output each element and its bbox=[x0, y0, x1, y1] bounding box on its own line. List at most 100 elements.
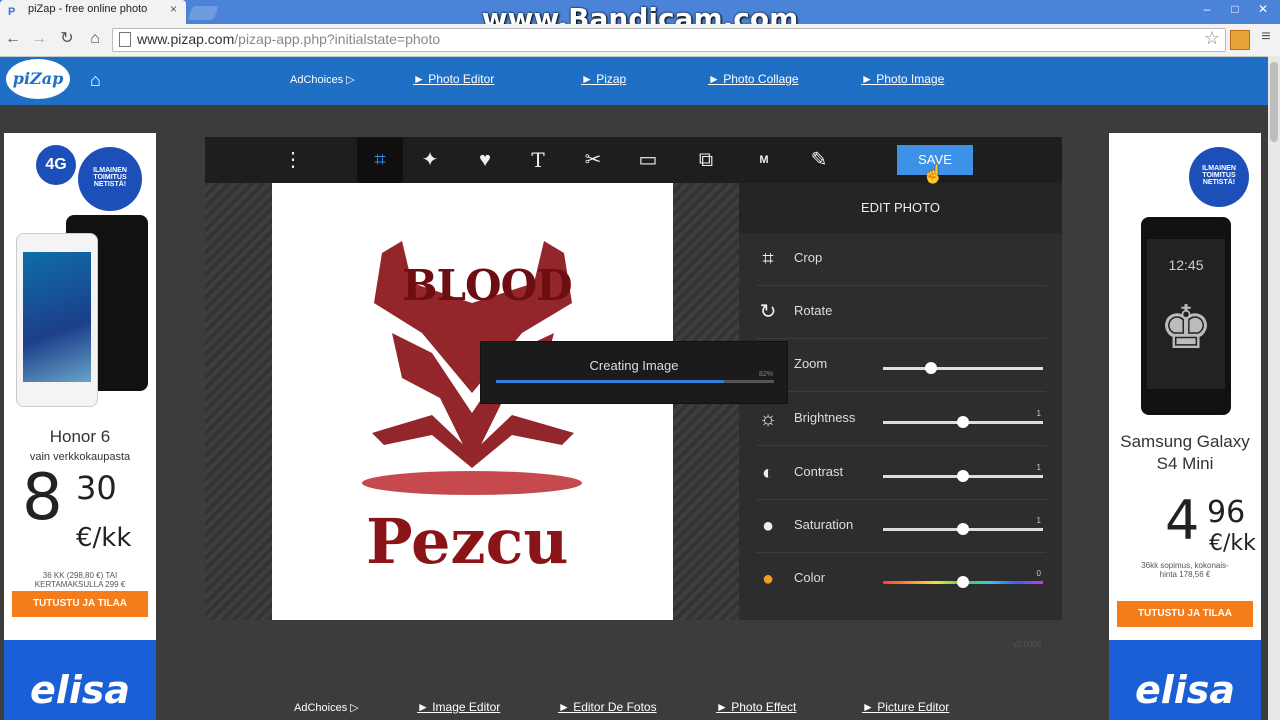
crop-icon: ⌗ bbox=[762, 248, 774, 270]
extension-icon[interactable] bbox=[1230, 30, 1250, 50]
ad-right-product: Samsung Galaxy S4 Mini bbox=[1120, 432, 1250, 473]
contrast-value: 1 bbox=[1036, 463, 1041, 472]
crop-tool-icon[interactable]: ⌗ bbox=[357, 137, 403, 183]
panel-title: EDIT PHOTO bbox=[739, 183, 1062, 233]
ad-phone-front-image bbox=[16, 233, 98, 407]
right-ad-banner[interactable]: ILMAINEN TOIMITUS NETISTÄ! 12:45 ♚ Samsun… bbox=[1109, 133, 1261, 720]
brightness-label: Brightness bbox=[794, 410, 856, 425]
ad-left-price-minor: 30 bbox=[76, 469, 117, 507]
contrast-slider[interactable]: 1 bbox=[883, 463, 1043, 482]
tool-row-zoom: ⊕ Zoom bbox=[756, 339, 1046, 392]
ad-left-price-unit: €/kk bbox=[76, 523, 132, 553]
browser-menu-icon[interactable]: ≡ bbox=[1258, 28, 1274, 46]
adchoices-bottom[interactable]: AdChoices ▷ bbox=[294, 701, 359, 714]
cutout-tool-icon[interactable]: ✂ bbox=[570, 137, 616, 183]
pizap-header bbox=[0, 57, 1268, 105]
color-label: Color bbox=[794, 570, 826, 585]
bookmark-star-icon[interactable]: ☆ bbox=[1204, 28, 1220, 49]
ad-left-brand: elisa bbox=[4, 640, 156, 720]
address-url: www.pizap.com/pizap-app.php?initialstate… bbox=[137, 31, 441, 47]
creating-image-dialog: Creating Image 82% bbox=[480, 341, 788, 404]
image-text-pezcu: Pezcu bbox=[366, 505, 569, 578]
saturation-slider[interactable]: 1 bbox=[883, 516, 1043, 535]
ad-right-cta-button[interactable]: TUTUSTU JA TILAA bbox=[1117, 601, 1253, 627]
scrollbar-thumb[interactable] bbox=[1270, 62, 1278, 142]
top-link-photo-editor[interactable]: ► Photo Editor bbox=[413, 72, 494, 86]
mouse-cursor-icon: ☝ bbox=[922, 164, 945, 184]
color-slider-knob[interactable] bbox=[957, 576, 969, 588]
ad-right-fine-print: 36kk sopimus, kokonais-hinta 178,56 € bbox=[1141, 561, 1229, 579]
back-arrow-icon[interactable]: ← bbox=[2, 28, 24, 50]
tool-row-brightness: ☼ Brightness 1 bbox=[756, 393, 1046, 446]
frame-tool-icon[interactable]: ▭ bbox=[625, 137, 671, 183]
saturation-icon: ● bbox=[761, 515, 775, 537]
ad-left-price-major: 8 bbox=[22, 461, 63, 535]
ad-right-price-minor: 96 bbox=[1207, 495, 1246, 530]
dialog-title: Creating Image bbox=[589, 358, 679, 373]
tool-row-contrast: ◐ Contrast 1 bbox=[756, 447, 1046, 500]
text-tool-icon[interactable]: T bbox=[515, 137, 561, 183]
paint-brush-icon[interactable]: ✎ bbox=[796, 137, 842, 183]
app-version: v2.0005 bbox=[1013, 640, 1042, 649]
page-scrollbar[interactable] bbox=[1268, 56, 1280, 720]
rotate-label: Rotate bbox=[794, 303, 833, 318]
color-value: 0 bbox=[1036, 569, 1041, 578]
ad-right-price-unit: €/kk bbox=[1209, 531, 1256, 556]
contrast-slider-knob[interactable] bbox=[957, 470, 969, 482]
ad-right-phone-time: 12:45 bbox=[1168, 257, 1204, 273]
top-link-photo-image[interactable]: ► Photo Image bbox=[861, 72, 944, 86]
tool-row-saturation: ● Saturation 1 bbox=[756, 500, 1046, 553]
reload-icon[interactable]: ↻ bbox=[56, 28, 78, 50]
top-link-pizap[interactable]: ► Pizap bbox=[581, 72, 626, 86]
saturation-slider-knob[interactable] bbox=[957, 523, 969, 535]
more-options-icon[interactable]: ⋮ bbox=[270, 137, 316, 183]
crop-label: Crop bbox=[794, 250, 823, 265]
color-slider[interactable]: 0 bbox=[883, 569, 1043, 588]
bottom-link-picture-editor[interactable]: ► Picture Editor bbox=[862, 700, 949, 714]
rotate-icon: ↻ bbox=[759, 301, 777, 323]
page-icon bbox=[119, 32, 131, 47]
brightness-slider-knob[interactable] bbox=[957, 416, 969, 428]
image-text-blood: BLOOD bbox=[402, 261, 573, 310]
magic-wand-icon[interactable]: ✦ bbox=[407, 137, 453, 183]
zoom-label: Zoom bbox=[794, 356, 828, 371]
zoom-slider-knob[interactable] bbox=[925, 362, 937, 374]
saturation-value: 1 bbox=[1036, 516, 1041, 525]
home-icon[interactable]: ⌂ bbox=[84, 28, 106, 50]
ad-shipping-badge: ILMAINEN TOIMITUS NETISTÄ! bbox=[78, 147, 142, 211]
address-bar[interactable]: www.pizap.com/pizap-app.php?initialstate… bbox=[112, 28, 1226, 52]
progress-percent: 82% bbox=[758, 371, 773, 378]
meme-tool-icon[interactable]: M bbox=[741, 137, 787, 183]
bottom-link-photo-effect[interactable]: ► Photo Effect bbox=[716, 700, 796, 714]
bottom-link-image-editor[interactable]: ► Image Editor bbox=[417, 700, 500, 714]
ad-left-cta-button[interactable]: TUTUSTU JA TILAA bbox=[12, 591, 148, 617]
saturation-label: Saturation bbox=[794, 517, 854, 532]
chess-king-icon: ♚ bbox=[1159, 294, 1213, 361]
zoom-slider[interactable] bbox=[883, 362, 1043, 374]
contrast-icon: ◐ bbox=[761, 462, 775, 484]
ad-right-phone-screen: 12:45 ♚ bbox=[1147, 239, 1225, 389]
ad-right-price-major: 4 bbox=[1165, 489, 1200, 552]
progress-bar bbox=[496, 380, 774, 383]
site-home-icon[interactable]: ⌂ bbox=[90, 70, 101, 91]
progress-fill bbox=[496, 380, 724, 383]
forward-arrow-icon[interactable]: → bbox=[28, 28, 50, 50]
ad-left-fine-print: 36 KK (298,80 €) TAI KERTAMAKSULLA 299 € bbox=[34, 571, 126, 589]
bottom-link-editor-de-fotos[interactable]: ► Editor De Fotos bbox=[558, 700, 657, 714]
brightness-value: 1 bbox=[1036, 409, 1041, 418]
tool-row-rotate[interactable]: ↻ Rotate bbox=[756, 286, 1046, 339]
ad-right-shipping-badge: ILMAINEN TOIMITUS NETISTÄ! bbox=[1189, 147, 1249, 207]
ad-4g-badge: 4G bbox=[36, 145, 76, 185]
ad-right-brand: elisa bbox=[1109, 640, 1261, 720]
brightness-icon: ☼ bbox=[758, 408, 778, 430]
tool-row-color: ● Color 0 bbox=[756, 553, 1046, 605]
top-link-photo-collage[interactable]: ► Photo Collage bbox=[708, 72, 799, 86]
brightness-slider[interactable]: 1 bbox=[883, 409, 1043, 428]
left-ad-banner[interactable]: 4G ILMAINEN TOIMITUS NETISTÄ! Honor 6 va… bbox=[4, 133, 156, 720]
ad-right-phone-image: 12:45 ♚ bbox=[1141, 217, 1231, 415]
adchoices-top[interactable]: AdChoices ▷ bbox=[290, 73, 355, 86]
add-photo-icon[interactable]: ⧉ bbox=[683, 137, 729, 183]
pizap-logo[interactable]: piZap bbox=[6, 59, 70, 99]
sticker-heart-icon[interactable]: ♥ bbox=[462, 137, 508, 183]
tool-row-crop[interactable]: ⌗ Crop bbox=[756, 233, 1046, 286]
